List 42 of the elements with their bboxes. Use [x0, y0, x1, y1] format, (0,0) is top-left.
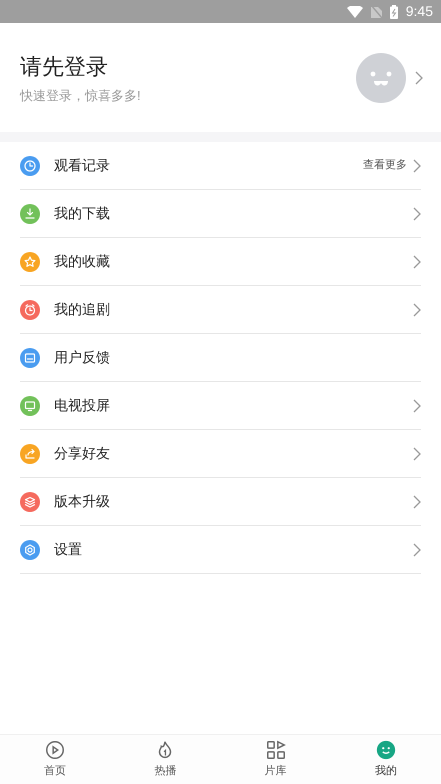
menu-item[interactable]: 分享好友 — [20, 430, 421, 478]
menu-item[interactable]: 我的下载 — [20, 190, 421, 238]
no-sim-icon — [370, 5, 382, 18]
grid-icon — [264, 739, 287, 762]
menu-label: 版本升级 — [54, 492, 111, 511]
chevron-icon — [413, 302, 421, 316]
smiley-icon — [374, 739, 397, 762]
nav-tab[interactable]: 片库 — [220, 735, 331, 784]
menu-item[interactable]: 我的追剧 — [20, 286, 421, 334]
menu-item[interactable]: 版本升级 — [20, 478, 421, 526]
chevron-icon — [413, 398, 421, 412]
chevron-icon — [413, 446, 421, 460]
nav-tab[interactable]: 热播 — [110, 735, 220, 784]
menu-label: 观看记录 — [54, 156, 111, 175]
wifi-icon — [346, 6, 363, 18]
status-time: 9:45 — [406, 2, 433, 21]
menu-item[interactable]: 我的收藏 — [20, 238, 421, 286]
nav-tab[interactable]: 首页 — [0, 735, 110, 784]
menu-item[interactable]: 观看记录 查看更多 — [20, 142, 421, 190]
menu-label: 我的收藏 — [54, 252, 111, 271]
battery-icon — [390, 4, 398, 18]
chevron-icon — [415, 70, 423, 84]
more-link[interactable]: 查看更多 — [363, 157, 407, 174]
menu-label: 分享好友 — [54, 444, 111, 463]
play-icon — [44, 739, 66, 762]
chevron-icon — [413, 542, 421, 556]
menu-label: 我的下载 — [54, 204, 111, 223]
menu-label: 电视投屏 — [54, 396, 111, 415]
menu-label: 我的追剧 — [54, 300, 111, 319]
menu-label: 设置 — [54, 540, 83, 559]
login-subtitle: 快速登录，惊喜多多! — [20, 86, 142, 105]
nav-tab[interactable]: 我的 — [330, 735, 441, 784]
login-title[interactable]: 请先登录 — [20, 50, 356, 83]
menu-item[interactable]: 用户反馈 — [20, 334, 421, 382]
chevron-icon — [413, 494, 421, 508]
menu-item[interactable]: 电视投屏 — [20, 382, 421, 430]
chevron-icon — [413, 206, 421, 220]
menu-label: 用户反馈 — [54, 348, 111, 367]
menu-item[interactable]: 设置 — [20, 526, 421, 574]
chevron-icon — [413, 158, 421, 172]
chevron-icon — [413, 254, 421, 268]
avatar-icon[interactable] — [356, 52, 406, 102]
